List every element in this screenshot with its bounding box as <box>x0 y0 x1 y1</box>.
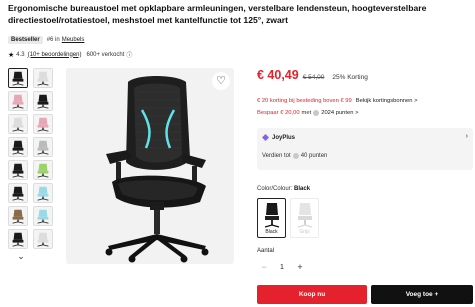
quantity-stepper: − 1 + <box>257 259 307 275</box>
color-label: Color/Colour: Black <box>257 186 310 192</box>
chair-thumbnail-icon <box>9 161 27 179</box>
chair-thumbnail-icon <box>34 230 52 248</box>
joyplus-header: JoyPlus <box>262 134 295 141</box>
product-thumbnail[interactable] <box>33 183 53 203</box>
chair-thumbnail-icon <box>34 92 52 110</box>
save-points-link[interactable]: 2024 punten > <box>321 110 358 116</box>
chair-thumbnail-icon <box>34 161 52 179</box>
color-option-black[interactable]: Black <box>257 198 286 238</box>
chair-thumbnail-icon <box>9 138 27 156</box>
price-row: € 40,49 € 54,00 25% Korting <box>257 68 368 82</box>
chevron-down-icon[interactable]: ⌄ <box>10 249 32 263</box>
color-option-label: Black <box>265 229 278 235</box>
joyplus-points-text: Verdien tot 40 punten <box>262 153 327 159</box>
product-title: Ergonomische bureaustoel met opklapbare … <box>8 3 427 25</box>
chevron-right-icon[interactable]: › <box>466 133 468 140</box>
chair-thumbnail-icon <box>34 69 52 87</box>
chair-thumbnail-icon <box>9 184 27 202</box>
discount-label: 25% Korting <box>332 74 368 81</box>
black-chair-thumbnail <box>264 203 279 228</box>
add-to-cart-button[interactable]: Voeg toe + <box>371 285 473 304</box>
chair-thumbnail-icon <box>9 69 27 87</box>
product-thumbnail[interactable] <box>33 160 53 180</box>
color-option-grijs[interactable]: Grijs <box>290 198 319 238</box>
main-product-image[interactable]: ♡ <box>66 68 234 264</box>
rating-value: 4.3 <box>16 51 25 58</box>
product-thumbnail[interactable] <box>8 229 28 249</box>
save-text: Bespaar € 20,00 <box>257 110 300 116</box>
product-thumbnail[interactable] <box>8 160 28 180</box>
chair-thumbnail-icon <box>34 115 52 133</box>
product-thumbnail[interactable] <box>8 137 28 157</box>
chair-thumbnail-icon <box>9 230 27 248</box>
product-thumbnail[interactable] <box>33 229 53 249</box>
joyplus-text-before: Verdien tot <box>262 153 291 159</box>
product-thumbnail[interactable] <box>33 91 53 111</box>
info-icon[interactable]: ⓘ <box>126 50 132 59</box>
chair-thumbnail-icon <box>34 184 52 202</box>
rank-category-link[interactable]: Meubels <box>62 37 85 43</box>
chair-thumbnail-icon <box>34 138 52 156</box>
reviews-link[interactable]: (10+ beoordelingen) <box>28 52 82 58</box>
chair-thumbnail-icon <box>34 207 52 225</box>
product-thumbnail[interactable] <box>8 206 28 226</box>
color-option-label: Grijs <box>299 229 310 235</box>
old-price: € 54,00 <box>302 74 325 81</box>
coupons-link[interactable]: Bekijk kortingsbonnen > <box>356 98 418 104</box>
coin-icon <box>313 110 320 116</box>
product-thumbnail[interactable] <box>33 137 53 157</box>
product-thumbnail[interactable] <box>33 206 53 226</box>
product-thumbnail[interactable] <box>8 114 28 134</box>
promo-row: € 20 korting bij besteding boven € 99 Be… <box>257 98 417 104</box>
joyplus-title: JoyPlus <box>272 134 296 141</box>
product-thumbnail[interactable] <box>33 68 53 88</box>
quantity-value[interactable]: 1 <box>280 264 284 271</box>
decrease-quantity-button[interactable]: − <box>257 259 271 275</box>
product-thumbnail[interactable] <box>8 68 28 88</box>
promo-text: € 20 korting bij besteding boven € 99 <box>257 98 352 104</box>
rating-row: ★ 4.3 (10+ beoordelingen) 600+ verkocht … <box>8 50 132 60</box>
wishlist-heart-icon[interactable]: ♡ <box>212 72 230 90</box>
product-thumbnail[interactable] <box>8 183 28 203</box>
product-thumbnail[interactable] <box>33 114 53 134</box>
quantity-label: Aantal <box>257 248 275 254</box>
joyplus-text-after: 40 punten <box>300 153 328 159</box>
joyplus-card[interactable]: JoyPlus › Verdien tot 40 punten <box>257 128 473 170</box>
coin-icon <box>292 153 299 159</box>
product-meta: Bestseller #6 in Meubels <box>8 36 84 44</box>
grey-chair-thumbnail <box>297 203 312 228</box>
bestseller-badge: Bestseller <box>8 36 43 44</box>
save-row: Bespaar € 20,00 met 2024 punten > <box>257 110 358 116</box>
product-thumbnail[interactable] <box>8 91 28 111</box>
increase-quantity-button[interactable]: + <box>293 259 307 275</box>
chair-thumbnail-icon <box>9 92 27 110</box>
save-connector: met <box>301 110 312 116</box>
selected-color: Black <box>294 186 311 192</box>
buy-now-button[interactable]: Koop nu <box>257 285 367 304</box>
chair-thumbnail-icon <box>9 115 27 133</box>
joyplus-logo-icon <box>262 134 269 141</box>
chair-thumbnail-icon <box>9 207 27 225</box>
rank-text: #6 in <box>46 37 60 43</box>
office-chair-image <box>66 68 234 264</box>
current-price: € 40,49 <box>257 68 299 82</box>
color-label-text: Color/Colour: <box>257 186 293 192</box>
star-icon: ★ <box>8 51 15 59</box>
sold-count: 600+ verkocht <box>86 51 125 58</box>
